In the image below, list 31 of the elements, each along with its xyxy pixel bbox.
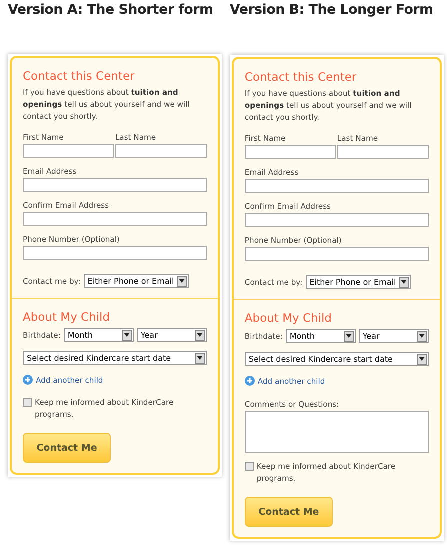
comments-field[interactable] <box>244 411 429 453</box>
date-dropdown[interactable]: Year <box>358 329 429 343</box>
section-title: Contact this Center <box>244 70 358 84</box>
input-field[interactable] <box>244 145 336 159</box>
start-date-dropdown[interactable]: Select desired Kindercare start date <box>23 351 207 365</box>
date-dropdown[interactable]: Month <box>286 329 356 343</box>
checkbox[interactable] <box>244 462 254 471</box>
input-field[interactable] <box>23 144 114 158</box>
version-heading: Version B: The Longer Form <box>230 2 434 20</box>
input-field[interactable] <box>244 247 429 261</box>
input-field[interactable] <box>23 212 207 226</box>
section-title: About My Child <box>23 310 112 324</box>
input-field[interactable] <box>23 246 207 260</box>
input-field[interactable] <box>337 145 429 159</box>
input-field[interactable] <box>23 178 207 192</box>
input-field[interactable] <box>244 213 429 227</box>
contact-method-dropdown[interactable]: Either Phone or Email <box>306 275 412 289</box>
plus-icon <box>23 375 33 385</box>
input-field[interactable] <box>244 179 429 193</box>
checkbox[interactable] <box>23 398 32 407</box>
contact-method-dropdown[interactable]: Either Phone or Email <box>84 274 190 288</box>
contact-me-button[interactable]: Contact Me <box>244 497 333 527</box>
start-date-dropdown[interactable]: Select desired Kindercare start date <box>244 352 429 366</box>
contact-me-button[interactable]: Contact Me <box>23 433 111 463</box>
input-field[interactable] <box>115 144 207 158</box>
version-heading: Version A: The Shorter form <box>8 2 214 20</box>
plus-icon <box>244 376 255 386</box>
date-dropdown[interactable]: Year <box>136 328 207 342</box>
date-dropdown[interactable]: Month <box>64 328 134 342</box>
section-title: About My Child <box>244 311 333 325</box>
section-title: Contact this Center <box>23 69 136 83</box>
